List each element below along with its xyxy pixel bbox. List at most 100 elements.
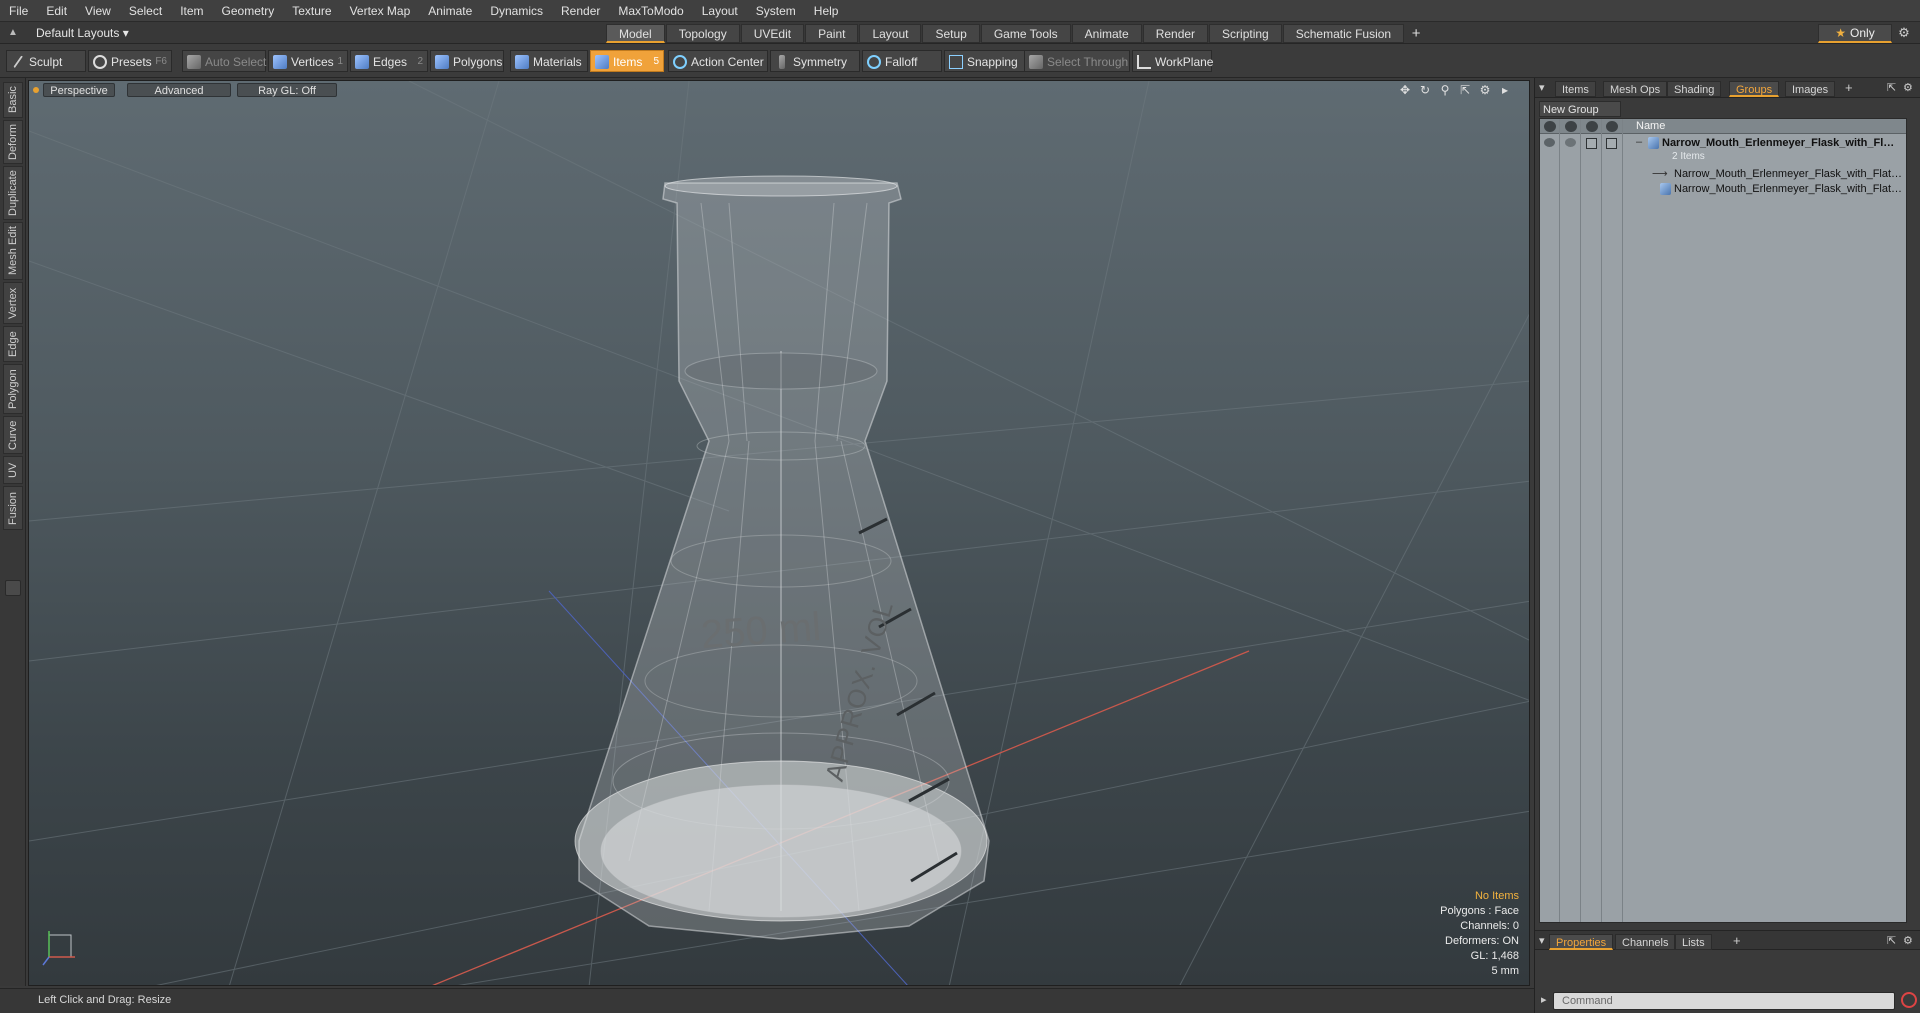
falloff-button[interactable]: Falloff [862, 50, 942, 72]
tab-render[interactable]: Render [1142, 24, 1209, 43]
rotate-icon[interactable]: ↻ [1417, 83, 1433, 97]
3d-viewport[interactable]: 250 ml APPROX. VOL Perspective Advanced … [28, 80, 1530, 986]
list-item[interactable]: Narrow_Mouth_Erlenmeyer_Flask_with_Flat_… [1540, 181, 1906, 198]
shading-dropdown[interactable]: Advanced [127, 83, 231, 97]
tab-game-tools[interactable]: Game Tools [980, 24, 1071, 43]
menu-file[interactable]: File [0, 0, 37, 22]
tab-uvedit[interactable]: UVEdit [740, 24, 805, 43]
properties-gear-icon[interactable]: ⚙ [1903, 934, 1913, 947]
lock-checkbox[interactable] [1586, 138, 1597, 149]
panel-gear-icon[interactable]: ⚙ [1903, 81, 1913, 94]
tab-shading[interactable]: Shading [1667, 81, 1722, 97]
name-column-header[interactable]: Name [1636, 120, 1665, 132]
collapse-icon[interactable]: – [1636, 136, 1642, 148]
menu-texture[interactable]: Texture [283, 0, 340, 22]
tab-lists[interactable]: Lists [1675, 934, 1712, 950]
tab-animate[interactable]: Animate [1071, 24, 1142, 43]
group-row[interactable]: – Narrow_Mouth_Erlenmeyer_Flask_with_Fla… [1540, 135, 1906, 152]
tab-layout[interactable]: Layout [859, 24, 922, 43]
panel-expand-icon[interactable]: ⇱ [1887, 81, 1896, 94]
vtab-deform[interactable]: Deform [3, 120, 23, 164]
viewport-settings-icon[interactable]: ⚙ [1477, 83, 1493, 97]
sculpt-button[interactable]: Sculpt [6, 50, 86, 72]
add-tab-button[interactable]: + [1405, 24, 1427, 43]
select-column-icon[interactable] [1606, 121, 1618, 132]
select-through-button[interactable]: Select Through [1024, 50, 1130, 72]
vtab-basic[interactable]: Basic [3, 82, 23, 118]
presets-button[interactable]: Presets F6 [88, 50, 172, 72]
render-toggle-icon[interactable] [1565, 138, 1576, 147]
menu-select[interactable]: Select [120, 0, 171, 22]
tab-images[interactable]: Images [1785, 81, 1836, 97]
action-center-button[interactable]: Action Center [668, 50, 768, 72]
toggle-toolbox-button[interactable] [5, 580, 21, 596]
command-input[interactable]: Command [1553, 992, 1895, 1010]
tab-channels[interactable]: Channels [1615, 934, 1676, 950]
vtab-duplicate[interactable]: Duplicate [3, 166, 23, 220]
tab-setup[interactable]: Setup [922, 24, 980, 43]
render-column-icon[interactable] [1565, 121, 1577, 132]
vertices-button[interactable]: Vertices 1 [268, 50, 348, 72]
tab-properties[interactable]: Properties [1549, 934, 1614, 950]
menu-layout[interactable]: Layout [693, 0, 747, 22]
panel-menu-icon[interactable]: ▾ [1539, 81, 1545, 94]
pan-icon[interactable]: ✥ [1397, 83, 1413, 97]
snapping-button[interactable]: Snapping [944, 50, 1026, 72]
layout-collapse-icon[interactable]: ▲ [6, 26, 20, 40]
stop-icon[interactable] [1901, 992, 1917, 1008]
viewport-menu-dot[interactable] [33, 87, 39, 93]
menu-edit[interactable]: Edit [37, 0, 76, 22]
tab-model[interactable]: Model [606, 24, 665, 43]
add-panel-tab-button[interactable]: + [1845, 80, 1853, 95]
new-group-button[interactable]: New Group [1539, 101, 1621, 117]
edges-button[interactable]: Edges 2 [350, 50, 428, 72]
zoom-icon[interactable]: ⚲ [1437, 83, 1453, 97]
add-properties-tab-button[interactable]: + [1733, 933, 1741, 948]
raygl-toggle[interactable]: Ray GL: Off [237, 83, 337, 97]
menu-maxtomodo[interactable]: MaxToModo [609, 0, 692, 22]
properties-expand-icon[interactable]: ⇱ [1887, 934, 1896, 947]
menu-vertex-map[interactable]: Vertex Map [341, 0, 420, 22]
symmetry-button[interactable]: Symmetry [770, 50, 860, 72]
polygons-button[interactable]: Polygons [430, 50, 504, 72]
tab-paint[interactable]: Paint [805, 24, 859, 43]
visibility-column-icon[interactable] [1544, 121, 1556, 132]
vtab-vertex[interactable]: Vertex [3, 282, 23, 324]
tab-scripting[interactable]: Scripting [1209, 24, 1282, 43]
menu-system[interactable]: System [747, 0, 805, 22]
materials-button[interactable]: Materials [510, 50, 588, 72]
tab-schematic-fusion[interactable]: Schematic Fusion [1282, 24, 1405, 43]
tab-topology[interactable]: Topology [665, 24, 740, 43]
vtab-edge[interactable]: Edge [3, 326, 23, 362]
workplane-button[interactable]: WorkPlane [1132, 50, 1213, 72]
menu-item[interactable]: Item [171, 0, 212, 22]
properties-menu-icon[interactable]: ▾ [1539, 934, 1545, 947]
select-checkbox[interactable] [1606, 138, 1617, 149]
vtab-polygon[interactable]: Polygon [3, 364, 23, 414]
tab-mesh-ops[interactable]: Mesh Ops [1603, 81, 1668, 97]
maximize-icon[interactable]: ⇱ [1457, 83, 1473, 97]
vtab-mesh-edit[interactable]: Mesh Edit [3, 222, 23, 280]
vtab-curve[interactable]: Curve [3, 416, 23, 454]
menu-geometry[interactable]: Geometry [213, 0, 284, 22]
menu-render[interactable]: Render [552, 0, 609, 22]
menu-dynamics[interactable]: Dynamics [481, 0, 552, 22]
menu-help[interactable]: Help [805, 0, 848, 22]
tab-groups[interactable]: Groups [1729, 81, 1780, 97]
viewport-arrow-icon[interactable]: ▸ [1497, 83, 1513, 97]
only-button[interactable]: ★ Only [1818, 24, 1892, 43]
layout-dropdown[interactable]: Default Layouts ▾ [36, 24, 129, 42]
eye-icon[interactable] [1544, 138, 1555, 147]
tab-items[interactable]: Items [1555, 81, 1596, 97]
menu-view[interactable]: View [76, 0, 120, 22]
view-mode-dropdown[interactable]: Perspective [43, 83, 115, 97]
vtab-uv[interactable]: UV [3, 456, 23, 484]
items-button[interactable]: Items 5 [590, 50, 664, 72]
edges-shortcut: 2 [417, 56, 423, 67]
status-bar: Left Click and Drag: Resize [0, 988, 1534, 1013]
auto-select-button[interactable]: Auto Select [182, 50, 266, 72]
menu-animate[interactable]: Animate [419, 0, 481, 22]
gear-icon[interactable]: ⚙ [1896, 25, 1912, 41]
vtab-fusion[interactable]: Fusion [3, 486, 23, 530]
lock-column-icon[interactable] [1586, 121, 1598, 132]
